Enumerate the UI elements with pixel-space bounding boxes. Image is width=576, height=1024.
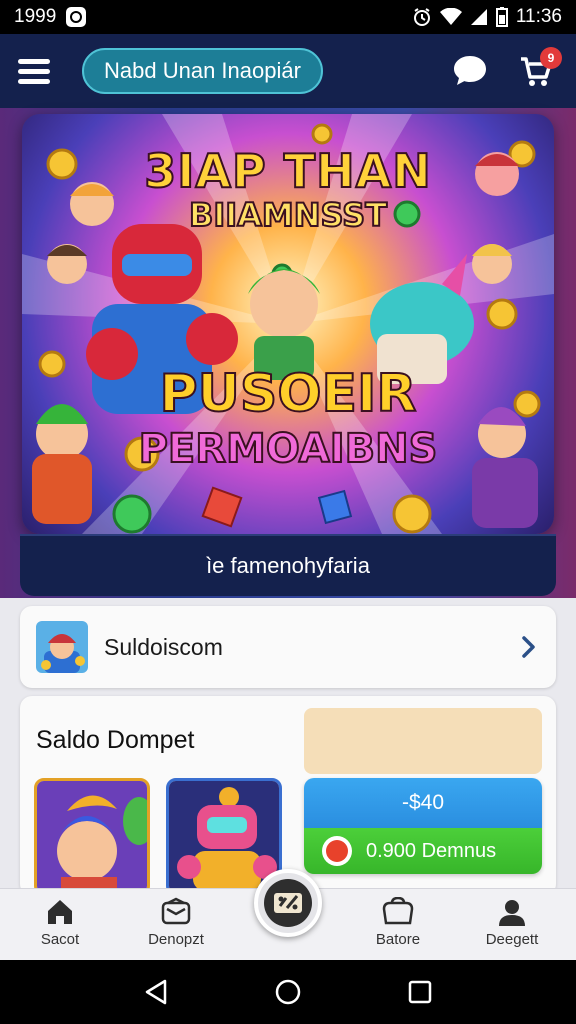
store-bag-icon: [382, 897, 414, 925]
user-icon: [499, 900, 525, 926]
game-ticket-icon: [274, 893, 302, 913]
hero-headline-4: PERMOAIBNS: [138, 425, 439, 473]
notification-app-icon: [66, 7, 87, 27]
game-avatar-icon: [36, 621, 88, 673]
recents-icon[interactable]: [405, 977, 435, 1007]
nav-item-deposit[interactable]: Denopzt: [126, 897, 226, 948]
wifi-icon: [439, 8, 462, 25]
game-thumbnail[interactable]: [34, 778, 150, 896]
nav-label-deposit: Denopzt: [148, 931, 204, 948]
status-time-left: 1999: [14, 6, 57, 27]
balance-amount-bar: -$40: [304, 778, 542, 828]
hero-headline-1: 3IAP THAN: [143, 143, 432, 199]
status-time-right: 11:36: [515, 6, 562, 27]
home-circle-icon[interactable]: [273, 977, 303, 1007]
header-title-pill[interactable]: Nabd Unan Inaopiár: [82, 48, 323, 94]
nav-center-button[interactable]: [254, 869, 322, 937]
row-label: Suldoiscom: [104, 633, 223, 660]
header-title: Nabd Unan Inaopiár: [104, 58, 301, 83]
nav-item-home[interactable]: Sacot: [10, 897, 110, 948]
chevron-right-icon: [522, 636, 535, 658]
status-right: 11:36: [412, 6, 562, 28]
signal-icon: [470, 9, 487, 25]
cart-button[interactable]: 9: [514, 47, 562, 93]
balance-coins: 0.900 Demnus: [366, 839, 497, 862]
row-avatar: [36, 621, 88, 673]
wallet-title: Saldo Dompet: [36, 726, 195, 754]
alarm-icon: [413, 8, 430, 26]
list-item[interactable]: Suldoiscom: [20, 606, 556, 688]
back-icon[interactable]: [141, 977, 171, 1007]
nav-label-store: Batore: [375, 931, 421, 948]
wallet-card: Saldo Dompet -$40 0.900 Demnus: [20, 696, 556, 896]
game-character-image: [37, 781, 147, 893]
cart-badge: 9: [540, 47, 562, 69]
hero-headline-2: BIIAMNSST: [188, 195, 388, 235]
hero-headline-3: PUSOEIR: [159, 363, 418, 425]
hero-caption-bar[interactable]: ìe famenohyfaria: [20, 534, 556, 596]
content-area: Suldoiscom Saldo Dompet -$40 0.900 Demnu…: [0, 598, 576, 896]
hamburger-icon-line: [18, 78, 50, 84]
app-header: Nabd Unan Inaopiár 9: [0, 34, 576, 108]
battery-icon: [495, 7, 508, 27]
chat-bubble-icon: [454, 56, 486, 85]
hamburger-icon-line: [18, 68, 50, 74]
nav-label-account: Deegett: [485, 931, 539, 948]
hero-banner[interactable]: 3IAP THAN BIIAMNSST PUSOEIR PERMOAIBNS: [22, 114, 554, 534]
wallet-icon: [161, 897, 191, 925]
nav-center-inner: [264, 879, 312, 927]
hero-caption: ìe famenohyfaria: [206, 553, 370, 578]
home-icon: [48, 900, 72, 924]
status-bar: 1999 11:36: [0, 0, 576, 34]
nav-item-store[interactable]: Batore: [348, 897, 448, 948]
chat-button[interactable]: [448, 49, 492, 93]
status-left: 1999: [14, 6, 87, 28]
promo-box: [304, 708, 542, 774]
balance-card[interactable]: -$40 0.900 Demnus: [304, 778, 542, 874]
hero-section: 3IAP THAN BIIAMNSST PUSOEIR PERMOAIBNS ì…: [0, 108, 576, 598]
coin-icon: [322, 836, 352, 866]
balance-coins-bar: 0.900 Demnus: [304, 828, 542, 874]
nav-item-account[interactable]: Deegett: [462, 897, 562, 948]
hamburger-icon-line: [18, 58, 50, 64]
system-nav-bar: [0, 960, 576, 1024]
nav-label-home: Sacot: [40, 931, 80, 948]
menu-button[interactable]: [18, 51, 58, 91]
balance-amount: -$40: [401, 791, 445, 814]
bottom-nav: Sacot Denopzt Batore Deegett: [0, 869, 576, 960]
